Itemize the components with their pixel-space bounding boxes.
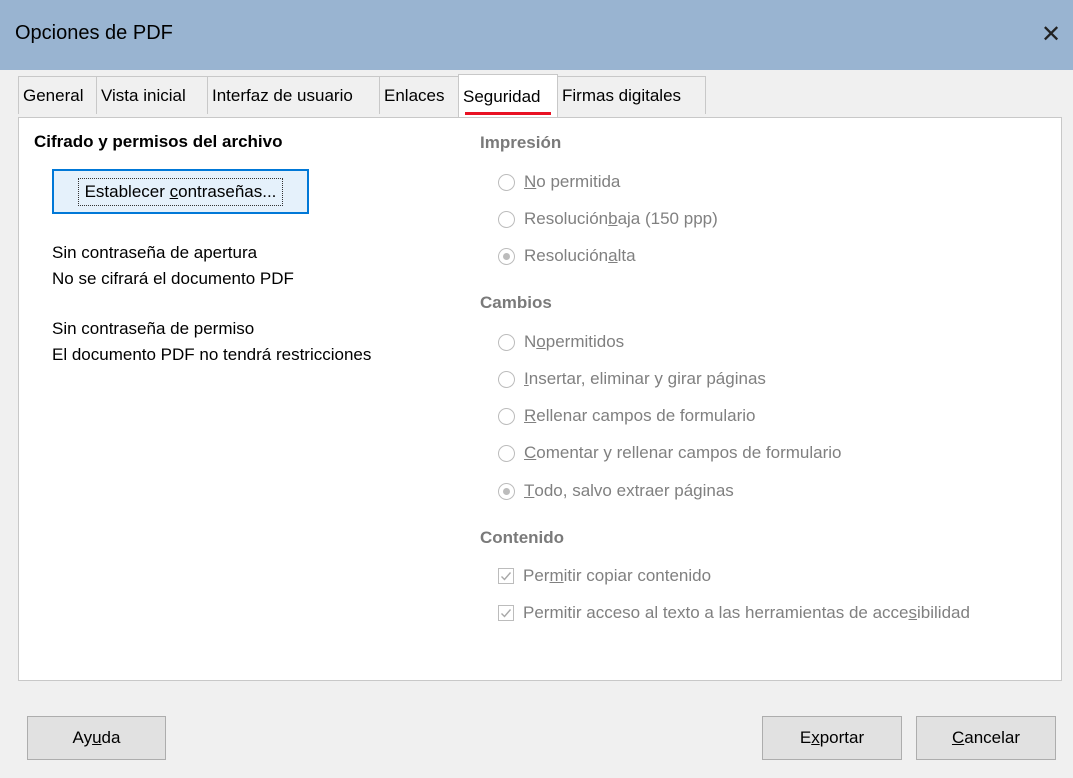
tab-seguridad[interactable]: Seguridad bbox=[458, 74, 558, 117]
radio-changes-all-except-extract[interactable]: Todo, salvo extraer páginas bbox=[498, 481, 734, 501]
changes-heading: Cambios bbox=[480, 293, 552, 312]
checkbox-allow-accessibility[interactable]: Permitir acceso al texto a las herramien… bbox=[498, 603, 970, 623]
radio-icon bbox=[498, 444, 515, 462]
tab-vista-inicial[interactable]: Vista inicial bbox=[96, 76, 208, 114]
radio-icon bbox=[498, 333, 515, 351]
radio-changes-none[interactable]: No permitidos bbox=[498, 332, 624, 352]
checkbox-allow-copy[interactable]: Per m itir copiar contenido bbox=[498, 566, 711, 586]
cancel-button[interactable]: Cancelar bbox=[916, 716, 1056, 760]
radio-icon bbox=[498, 173, 515, 191]
export-label: Exportar bbox=[799, 728, 865, 747]
window-title: Opciones de PDF bbox=[15, 22, 173, 44]
radio-icon bbox=[498, 407, 515, 425]
radio-changes-comment-fill[interactable]: Comentar y rellenar campos de formulario bbox=[498, 443, 841, 463]
radio-changes-fill-forms[interactable]: Rellenar campos de formulario bbox=[498, 406, 756, 426]
close-icon[interactable]: ✕ bbox=[1029, 12, 1073, 56]
help-button[interactable]: Ayuda bbox=[27, 716, 166, 760]
radio-print-not-allowed[interactable]: No permitida bbox=[498, 172, 620, 192]
restrictions-status: El documento PDF no tendrá restricciones bbox=[52, 345, 372, 364]
export-button[interactable]: Exportar bbox=[762, 716, 902, 760]
set-passwords-label: Establecer contraseñas... bbox=[77, 177, 284, 206]
content-heading: Contenido bbox=[480, 528, 565, 547]
radio-print-high-res[interactable]: Resolución a lta bbox=[498, 246, 636, 266]
radio-icon bbox=[498, 210, 515, 228]
permission-password-status: Sin contraseña de permiso bbox=[52, 319, 255, 338]
tab-interfaz-de-usuario[interactable]: Interfaz de usuario bbox=[207, 76, 380, 114]
radio-icon bbox=[498, 370, 515, 388]
cancel-label: Cancelar bbox=[951, 728, 1021, 747]
tab-enlaces[interactable]: Enlaces bbox=[379, 76, 459, 114]
title-bar: Opciones de PDF ✕ bbox=[0, 0, 1073, 70]
encrypt-status: No se cifrará el documento PDF bbox=[52, 269, 294, 288]
active-tab-indicator bbox=[465, 112, 551, 115]
set-passwords-button[interactable]: Establecer contraseñas... bbox=[52, 169, 309, 214]
checkmark-icon bbox=[498, 605, 514, 621]
encryption-heading: Cifrado y permisos del archivo bbox=[34, 132, 283, 151]
tab-firmas-digitales[interactable]: Firmas digitales bbox=[557, 76, 706, 114]
tab-seguridad-label: Seguridad bbox=[463, 87, 541, 106]
radio-print-low-res[interactable]: Resolución b aja (150 ppp) bbox=[498, 209, 718, 229]
checkmark-icon bbox=[498, 568, 514, 584]
radio-changes-insert-delete-rotate[interactable]: Insertar, eliminar y girar páginas bbox=[498, 369, 766, 389]
help-label: Ayuda bbox=[72, 728, 121, 747]
radio-selected-icon bbox=[498, 482, 515, 500]
radio-selected-icon bbox=[498, 247, 515, 265]
tab-general[interactable]: General bbox=[18, 76, 97, 114]
printing-heading: Impresión bbox=[480, 133, 562, 152]
open-password-status: Sin contraseña de apertura bbox=[52, 243, 258, 262]
